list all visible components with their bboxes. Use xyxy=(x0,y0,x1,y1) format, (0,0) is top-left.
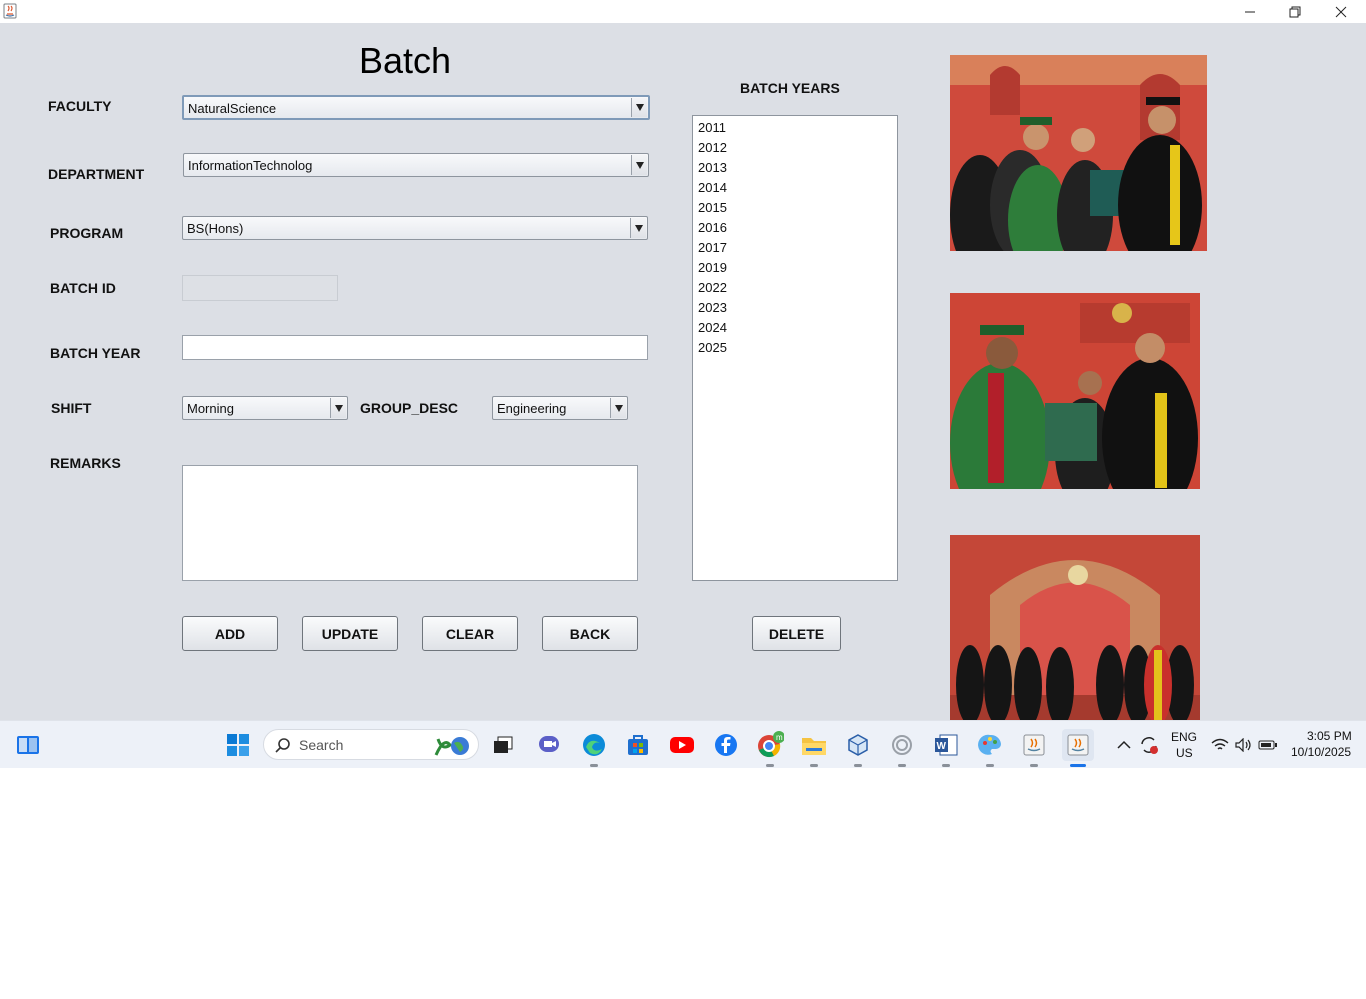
store-icon[interactable] xyxy=(622,729,654,761)
paint-icon[interactable] xyxy=(974,729,1006,767)
meet-icon[interactable] xyxy=(533,729,565,761)
wifi-icon[interactable] xyxy=(1208,729,1232,761)
running-indicator xyxy=(854,764,862,767)
update-button[interactable]: UPDATE xyxy=(302,616,398,651)
list-item[interactable]: 2024 xyxy=(698,320,727,335)
list-item[interactable]: 2023 xyxy=(698,300,727,315)
app-icon-rings[interactable] xyxy=(886,729,918,767)
convocation-photo-3 xyxy=(950,535,1200,720)
faculty-value: NaturalScience xyxy=(188,101,277,116)
department-dropdown[interactable]: InformationTechnolog xyxy=(183,153,649,177)
running-indicator xyxy=(810,764,818,767)
page-title: Batch xyxy=(359,40,452,81)
start-icon[interactable] xyxy=(222,729,254,761)
program-label: PROGRAM xyxy=(50,225,124,241)
list-item[interactable]: 2016 xyxy=(698,220,727,235)
shift-label: SHIFT xyxy=(51,400,92,416)
clock-date[interactable]: 10/10/2025 xyxy=(1291,745,1351,759)
department-label: DEPARTMENT xyxy=(48,166,145,182)
department-value: InformationTechnolog xyxy=(188,158,313,173)
program-value: BS(Hons) xyxy=(187,221,244,236)
running-indicator xyxy=(1030,764,1038,767)
taskbar-search[interactable]: Search xyxy=(263,729,479,760)
batch-form-window: Batch FACULTY DEPARTMENT PROGRAM BATCH I… xyxy=(0,23,1366,720)
svg-text:m: m xyxy=(776,733,783,742)
restore-button[interactable] xyxy=(1272,0,1318,23)
search-placeholder: Search xyxy=(299,737,344,753)
convocation-photo-2 xyxy=(950,293,1200,489)
chrome-icon[interactable]: m xyxy=(754,729,786,767)
group-desc-value: Engineering xyxy=(497,401,567,416)
shift-value: Morning xyxy=(187,401,234,416)
facebook-icon[interactable] xyxy=(710,729,742,761)
chevron-down-icon[interactable] xyxy=(630,218,646,238)
delete-button[interactable]: DELETE xyxy=(752,616,841,651)
list-item[interactable]: 2012 xyxy=(698,140,727,155)
batch-id-field[interactable] xyxy=(182,275,338,301)
sync-icon[interactable] xyxy=(1137,729,1161,761)
convocation-photo-1 xyxy=(950,55,1207,251)
active-indicator xyxy=(1070,764,1086,767)
task-view-icon[interactable] xyxy=(487,729,519,761)
running-indicator xyxy=(898,764,906,767)
word-icon[interactable]: W xyxy=(930,729,962,767)
running-indicator xyxy=(590,764,598,767)
earth-ribbon-icon xyxy=(434,737,469,756)
list-item[interactable]: 2019 xyxy=(698,260,727,275)
group-desc-dropdown[interactable]: Engineering xyxy=(492,396,628,420)
running-indicator xyxy=(766,764,774,767)
java-icon-active[interactable] xyxy=(1062,729,1094,767)
list-item[interactable]: 2013 xyxy=(698,160,727,175)
java-icon[interactable] xyxy=(1018,729,1050,767)
language-indicator[interactable]: ENG xyxy=(1171,730,1197,744)
java-app-icon xyxy=(3,3,17,19)
clear-button[interactable]: CLEAR xyxy=(422,616,518,651)
list-item[interactable]: 2015 xyxy=(698,200,727,215)
batch-years-header: BATCH YEARS xyxy=(740,80,840,96)
running-indicator xyxy=(942,764,950,767)
list-item[interactable]: 2011 xyxy=(698,120,726,135)
chevron-down-icon[interactable] xyxy=(631,155,647,175)
chevron-up-icon[interactable] xyxy=(1112,729,1136,761)
taskbar: Search m W ENG US 3:05 PM 10/10/2025 xyxy=(0,720,1366,768)
title-bar xyxy=(0,0,1366,23)
edge-browser-icon[interactable] xyxy=(578,729,610,767)
batch-year-label: BATCH YEAR xyxy=(50,345,141,361)
svg-text:W: W xyxy=(937,741,947,752)
file-explorer-icon[interactable] xyxy=(798,729,830,767)
widgets-icon[interactable] xyxy=(12,729,44,761)
chevron-down-icon[interactable] xyxy=(330,398,346,418)
minimize-button[interactable] xyxy=(1227,0,1273,23)
list-item[interactable]: 2025 xyxy=(698,340,727,355)
remarks-label: REMARKS xyxy=(50,455,121,471)
chevron-down-icon[interactable] xyxy=(610,398,626,418)
batch-id-label: BATCH ID xyxy=(50,280,116,296)
battery-icon[interactable] xyxy=(1256,729,1280,761)
shift-dropdown[interactable]: Morning xyxy=(182,396,348,420)
clock-time[interactable]: 3:05 PM xyxy=(1307,729,1352,743)
list-item[interactable]: 2014 xyxy=(698,180,727,195)
search-icon xyxy=(275,738,290,753)
list-item[interactable]: 2022 xyxy=(698,280,727,295)
region-indicator[interactable]: US xyxy=(1176,746,1193,760)
list-item[interactable]: 2017 xyxy=(698,240,727,255)
volume-icon[interactable] xyxy=(1232,729,1256,761)
virtualbox-icon[interactable] xyxy=(842,729,874,767)
faculty-label: FACULTY xyxy=(48,98,112,114)
youtube-icon[interactable] xyxy=(666,729,698,761)
running-indicator xyxy=(986,764,994,767)
batch-year-input[interactable] xyxy=(182,335,648,360)
back-button[interactable]: BACK xyxy=(542,616,638,651)
faculty-dropdown[interactable]: NaturalScience xyxy=(182,95,650,120)
add-button[interactable]: ADD xyxy=(182,616,278,651)
batch-years-list[interactable]: 2011 2012 2013 2014 2015 2016 2017 2019 … xyxy=(692,115,898,581)
close-button[interactable] xyxy=(1318,0,1364,23)
chevron-down-icon[interactable] xyxy=(631,98,647,117)
program-dropdown[interactable]: BS(Hons) xyxy=(182,216,648,240)
group-desc-label: GROUP_DESC xyxy=(360,400,459,416)
remarks-textarea[interactable] xyxy=(182,465,638,581)
